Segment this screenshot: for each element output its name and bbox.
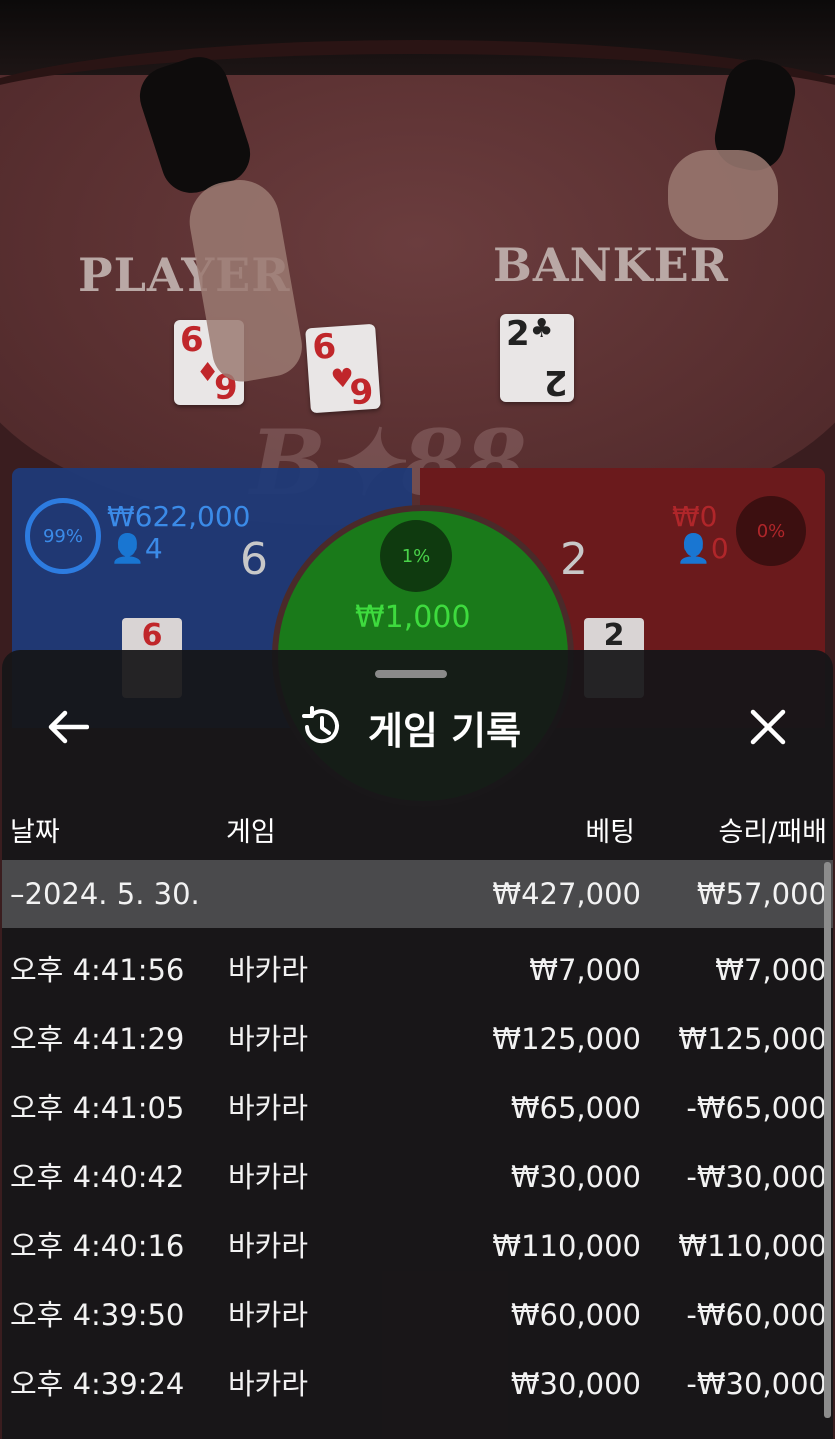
row-result: -₩65,000 — [686, 1091, 827, 1125]
row-bet: ₩7,000 — [529, 953, 641, 987]
date-summary-row[interactable]: –2024. 5. 30. ₩427,000 ₩57,000 — [2, 860, 833, 928]
player-bettor-count: 👤4 — [110, 532, 163, 565]
row-time: 오후 4:40:16 — [10, 1229, 185, 1263]
table-row[interactable]: 오후 4:41:56 바카라 ₩7,000 ₩7,000 — [2, 936, 833, 1004]
sheet-drag-handle[interactable] — [375, 670, 447, 678]
person-icon: 👤 — [676, 532, 711, 565]
row-bet: ₩60,000 — [510, 1298, 641, 1332]
tie-percent-ring: 1% — [380, 520, 452, 592]
row-result: -₩30,000 — [686, 1160, 827, 1194]
row-game: 바카라 — [228, 1298, 309, 1332]
sheet-title-group: 게임 기록 — [298, 702, 522, 753]
player-card-2: 6 6 ♥ — [305, 323, 381, 414]
row-game: 바카라 — [228, 1367, 309, 1401]
row-result: -₩60,000 — [686, 1298, 827, 1332]
dealer-hand-right — [668, 150, 778, 240]
row-bet: ₩110,000 — [492, 1229, 641, 1263]
table-row[interactable]: 오후 4:41:05 바카라 ₩65,000 -₩65,000 — [2, 1074, 833, 1142]
row-result: ₩125,000 — [678, 1022, 827, 1056]
row-bet: ₩125,000 — [492, 1022, 641, 1056]
table-row[interactable]: 오후 4:41:29 바카라 ₩125,000 ₩125,000 — [2, 1005, 833, 1073]
banker-bettor-count: 👤0 — [676, 532, 729, 565]
column-header-bet[interactable]: 베팅 — [585, 810, 635, 849]
banker-percent-ring: 0% — [736, 496, 806, 566]
player-percent-ring: 99% — [25, 498, 101, 574]
close-button[interactable] — [740, 700, 796, 754]
table-row[interactable]: 오후 4:40:16 바카라 ₩110,000 ₩110,000 — [2, 1212, 833, 1280]
row-game: 바카라 — [228, 1160, 309, 1194]
row-time: 오후 4:39:50 — [10, 1298, 185, 1332]
banker-card-1: 2 2 ♣ — [500, 314, 574, 402]
row-time: 오후 4:41:05 — [10, 1091, 185, 1125]
back-button[interactable] — [40, 702, 96, 752]
row-bet: ₩30,000 — [510, 1367, 641, 1401]
column-header-result[interactable]: 승리/패배 — [719, 810, 827, 849]
row-game: 바카라 — [228, 1022, 309, 1056]
row-time: 오후 4:41:56 — [10, 953, 185, 987]
back-arrow-icon — [48, 710, 89, 744]
row-game: 바카라 — [228, 1229, 309, 1263]
tie-bet-amount: ₩1,000 — [355, 600, 471, 635]
summary-date: –2024. 5. 30. — [10, 877, 200, 911]
column-header-date[interactable]: 날짜 — [10, 810, 60, 849]
row-bet: ₩30,000 — [510, 1160, 641, 1194]
banker-bet-amount: ₩0 — [672, 500, 718, 533]
row-bet: ₩65,000 — [510, 1091, 641, 1125]
row-time: 오후 4:40:42 — [10, 1160, 185, 1194]
table-row[interactable]: 오후 4:39:50 바카라 ₩60,000 -₩60,000 — [2, 1281, 833, 1349]
player-score: 6 — [240, 534, 268, 585]
close-icon — [750, 709, 786, 745]
banker-score: 2 — [560, 534, 588, 585]
table-banker-label: BANKER — [493, 238, 729, 292]
table-row[interactable]: 오후 4:40:42 바카라 ₩30,000 -₩30,000 — [2, 1143, 833, 1211]
row-game: 바카라 — [228, 953, 309, 987]
row-game: 바카라 — [228, 1091, 309, 1125]
row-result: -₩30,000 — [686, 1367, 827, 1401]
sheet-title: 게임 기록 — [368, 708, 522, 753]
column-header-game[interactable]: 게임 — [226, 810, 276, 849]
table-row[interactable]: 오후 4:39:24 바카라 ₩30,000 -₩30,000 — [2, 1350, 833, 1418]
row-result: ₩7,000 — [715, 953, 827, 987]
history-scrollbar[interactable] — [824, 862, 831, 1418]
row-time: 오후 4:39:24 — [10, 1367, 185, 1401]
person-icon: 👤 — [110, 532, 145, 565]
player-bet-amount: ₩622,000 — [107, 500, 251, 533]
summary-result: ₩57,000 — [696, 877, 827, 911]
sheet-header: 게임 기록 — [2, 692, 833, 762]
row-time: 오후 4:41:29 — [10, 1022, 185, 1056]
game-history-sheet: 게임 기록 날짜 게임 베팅 승리/패배 –2024. 5. 30. ₩427,… — [2, 650, 833, 1439]
history-clock-icon — [302, 706, 339, 744]
summary-bet: ₩427,000 — [492, 877, 641, 911]
row-result: ₩110,000 — [678, 1229, 827, 1263]
